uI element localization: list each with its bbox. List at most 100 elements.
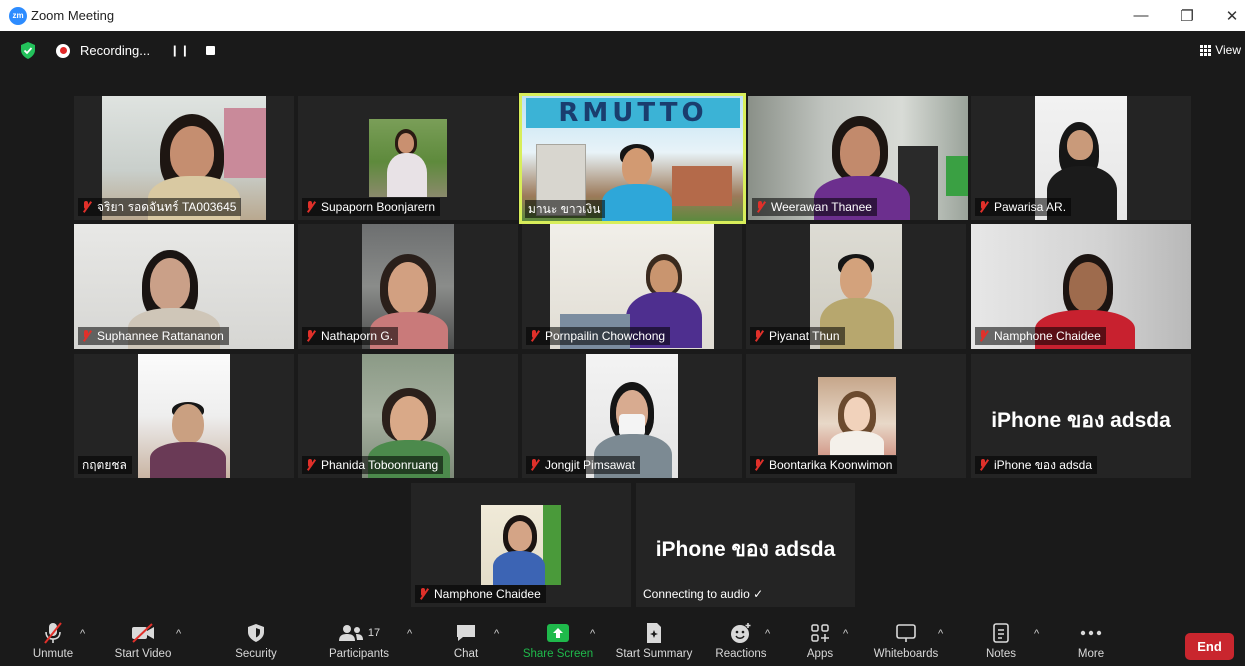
meeting-top-bar: Recording... ❙❙ View [0,31,1245,71]
start-video-label: Start Video [114,648,172,660]
participants-options-chevron-icon[interactable]: ^ [407,628,412,640]
participant-name: Weerawan Thanee [752,198,877,216]
reactions-icon [731,623,751,643]
participant-name: Supaporn Boonjarern [302,198,441,216]
zoom-window: zm Zoom Meeting — ❐ ✕ Recording... ❙❙ Vi… [0,0,1245,666]
unmute-button[interactable]: Unmute [30,618,76,666]
participant-tile[interactable]: iPhone ของ adsda Connecting to audio ✓ [636,483,855,607]
security-shield-icon [248,624,264,642]
participant-name: Namphone Chaidee [975,327,1106,345]
whiteboards-label: Whiteboards [873,648,939,660]
participant-tile[interactable]: Nathaporn G. [298,224,518,349]
participant-tile[interactable]: จริยา รอดจันทร์ TA003645 [74,96,294,220]
face-mask-icon [619,414,645,436]
participant-name: Namphone Chaidee [415,585,546,603]
mic-muted-icon [978,459,988,471]
participant-tile[interactable]: Boontarika Koonwimon [746,354,966,478]
shield-icon[interactable] [20,42,36,59]
participant-tile[interactable]: Weerawan Thanee [748,96,968,220]
participant-tile[interactable]: Pawarisa AR. [971,96,1191,220]
participant-tile[interactable]: กฤตยชล [74,354,294,478]
close-button[interactable]: ✕ [1210,0,1245,31]
participant-name: Suphannee Rattananon [78,327,229,345]
mic-muted-icon [44,622,62,644]
mic-muted-icon [753,459,763,471]
mic-muted-icon [81,201,91,213]
pause-recording-icon[interactable]: ❙❙ [170,44,190,57]
start-summary-label: Start Summary [615,648,693,660]
participant-tile[interactable]: iPhone ของ adsda iPhone ของ adsda [971,354,1191,478]
notes-button[interactable]: Notes [983,618,1019,666]
mic-muted-icon [978,330,988,342]
mic-muted-icon [418,588,428,600]
chat-label: Chat [453,648,479,660]
apps-icon [811,624,829,642]
recording-label: Recording... [80,43,151,58]
chat-button[interactable]: Chat [450,618,482,666]
participant-display-name: iPhone ของ adsda [655,538,836,561]
mic-muted-icon [305,330,315,342]
participant-tile[interactable]: Jongjit Pimsawat [522,354,742,478]
participants-count: 17 [367,627,381,639]
mic-muted-icon [529,459,539,471]
video-off-icon [132,623,154,643]
share-screen-button[interactable]: Share Screen [521,618,595,666]
view-label: View [1215,43,1241,57]
recording-dot-icon [56,43,70,58]
apps-label: Apps [806,648,834,660]
start-video-button[interactable]: Start Video [110,618,176,666]
participant-tile[interactable]: Namphone Chaidee [411,483,631,607]
mic-muted-icon [529,330,539,342]
whiteboards-button[interactable]: Whiteboards [870,618,942,666]
participants-button[interactable]: 17 Participants [325,618,393,666]
mic-muted-icon [305,201,315,213]
chat-options-chevron-icon[interactable]: ^ [494,628,499,640]
meeting-toolbar: Unmute ^ Start Video ^ Security 17 Parti… [0,618,1245,666]
reactions-button[interactable]: Reactions [714,618,768,666]
zoom-logo-icon: zm [9,6,27,25]
restore-button[interactable]: ❐ [1165,0,1209,31]
share-options-chevron-icon[interactable]: ^ [590,628,595,640]
participant-name: Connecting to audio ✓ [643,587,764,601]
unmute-options-chevron-icon[interactable]: ^ [80,628,85,640]
participant-tile[interactable]: Namphone Chaidee [971,224,1191,349]
view-button[interactable]: View [1200,43,1241,57]
participant-tile[interactable]: Suphannee Rattananon [74,224,294,349]
participant-name: กฤตยชล [78,456,132,474]
more-icon [1080,630,1102,636]
chat-icon [457,625,475,641]
notes-icon [993,623,1009,643]
share-screen-label: Share Screen [522,648,594,660]
minimize-button[interactable]: — [1119,0,1163,31]
participant-tile-active-speaker[interactable]: RMUTTO มานะ ขาวเงิน [519,93,746,224]
end-meeting-button[interactable]: End [1185,633,1234,660]
security-label: Security [235,648,277,660]
notes-options-chevron-icon[interactable]: ^ [1034,628,1039,640]
apps-options-chevron-icon[interactable]: ^ [843,628,848,640]
grid-view-icon [1200,44,1212,56]
participant-tile[interactable]: Piyanat Thun [746,224,966,349]
participant-tile[interactable]: Pornpailin Chowchong [522,224,742,349]
start-summary-button[interactable]: Start Summary [612,618,696,666]
video-options-chevron-icon[interactable]: ^ [176,628,181,640]
participants-label: Participants [328,648,390,660]
stop-recording-icon[interactable] [205,46,215,55]
more-button[interactable]: More [1072,618,1110,666]
participant-name: จริยา รอดจันทร์ TA003645 [78,198,242,216]
participant-name: iPhone ของ adsda [975,456,1097,474]
participant-name: Piyanat Thun [750,327,845,345]
mic-muted-icon [978,201,988,213]
mic-muted-icon [81,330,91,342]
notes-label: Notes [985,648,1017,660]
participant-name: Phanida Toboonruang [302,456,444,474]
apps-button[interactable]: Apps [800,618,840,666]
participant-tile[interactable]: Phanida Toboonruang [298,354,518,478]
reactions-label: Reactions [715,648,767,660]
participants-icon [338,625,363,641]
recording-indicator: Recording... ❙❙ [56,43,215,58]
participant-name: Boontarika Koonwimon [750,456,898,474]
participant-tile[interactable]: Supaporn Boonjarern [298,96,518,220]
whiteboards-options-chevron-icon[interactable]: ^ [938,628,943,640]
reactions-options-chevron-icon[interactable]: ^ [765,628,770,640]
security-button[interactable]: Security [232,618,280,666]
